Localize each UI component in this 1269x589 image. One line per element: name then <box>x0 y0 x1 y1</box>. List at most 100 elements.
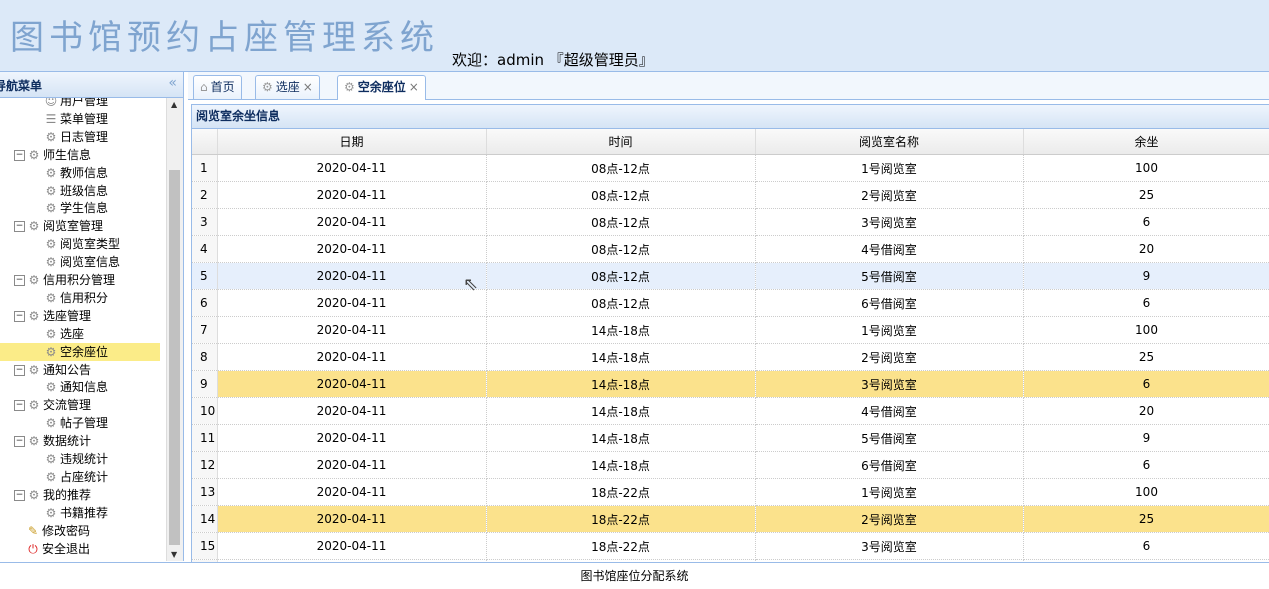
scroll-up-icon[interactable]: ▲ <box>171 100 177 109</box>
collapse-toggle-icon[interactable]: − <box>14 149 25 161</box>
table-cell: 14点-18点 <box>486 397 756 425</box>
menu-icon: ☰ <box>45 111 57 126</box>
sidebar-item[interactable]: ⚙ 空余座位 <box>0 342 160 361</box>
sidebar-item[interactable]: ⏻ 安全退出 <box>26 540 90 558</box>
sidebar-item-label: 空余座位 <box>60 344 109 359</box>
sidebar-item[interactable]: − ⚙ 我的推荐 <box>14 486 91 504</box>
table-cell: 2号阅览室 <box>755 181 1024 209</box>
collapse-icon[interactable]: « <box>168 75 177 91</box>
sidebar-item[interactable]: − ⚙ 信用积分管理 <box>14 271 115 289</box>
column-header[interactable]: 日期 <box>217 129 487 155</box>
column-header[interactable]: 余坐 <box>1023 129 1269 155</box>
table-cell: 08点-12点 <box>486 208 756 236</box>
collapse-toggle-icon[interactable]: − <box>14 400 25 412</box>
gear-icon: ⚙ <box>45 255 57 270</box>
table-cell: 4号借阅室 <box>755 235 1024 263</box>
sidebar-item-label: 通知信息 <box>60 380 109 395</box>
table-row[interactable]: 10 2020-04-11 14点-18点 4号借阅室 20 <box>192 397 1269 425</box>
table-row[interactable]: 12 2020-04-11 14点-18点 6号借阅室 6 <box>192 451 1269 479</box>
sidebar-item-label: 师生信息 <box>43 147 92 162</box>
sidebar-item-label: 信用积分管理 <box>43 273 116 287</box>
table-row[interactable]: 6 2020-04-11 08点-12点 6号借阅室 6 <box>192 289 1269 317</box>
sidebar-item-label: 通知公告 <box>43 362 92 377</box>
sidebar-item[interactable]: − ⚙ 交流管理 <box>14 396 91 414</box>
table-cell: 18点-22点 <box>486 478 756 506</box>
scroll-thumb[interactable] <box>169 170 180 545</box>
sidebar-item[interactable]: ⚙ 书籍推荐 <box>44 504 108 522</box>
scroll-down-icon[interactable]: ▼ <box>171 550 177 559</box>
sidebar-item-label: 菜单管理 <box>60 111 109 126</box>
sidebar-item[interactable]: ⚙ 信用积分 <box>44 289 108 307</box>
table-row[interactable]: 13 2020-04-11 18点-22点 1号阅览室 100 <box>192 478 1269 506</box>
sidebar-item[interactable]: − ⚙ 师生信息 <box>14 146 91 164</box>
sidebar-item[interactable]: ☰ 菜单管理 <box>44 110 108 128</box>
table-row[interactable]: 4 2020-04-11 08点-12点 4号借阅室 20 <box>192 235 1269 263</box>
table-cell: 2020-04-11 <box>217 235 487 263</box>
table-row[interactable]: 1 2020-04-11 08点-12点 1号阅览室 100 <box>192 154 1269 182</box>
sidebar-item[interactable]: ⚙ 学生信息 <box>44 199 108 217</box>
sidebar-item[interactable]: ⚙ 班级信息 <box>44 182 108 200</box>
sidebar-item[interactable]: − ⚙ 数据统计 <box>14 432 91 450</box>
table-row[interactable]: 11 2020-04-11 14点-18点 5号借阅室 9 <box>192 424 1269 452</box>
tab[interactable]: ⌂ 首页 <box>193 75 242 99</box>
tab[interactable]: ⚙ 空余座位 × <box>337 75 426 100</box>
row-number: 11 <box>192 424 218 452</box>
table-cell: 2020-04-11 <box>217 208 487 236</box>
home-icon: ⌂ <box>200 80 208 94</box>
collapse-toggle-icon[interactable]: − <box>14 364 25 376</box>
collapse-toggle-icon[interactable]: − <box>14 436 25 448</box>
column-header[interactable]: 阅览室名称 <box>755 129 1024 155</box>
sidebar-item[interactable]: − ⚙ 阅览室管理 <box>14 217 103 235</box>
welcome-text: 欢迎：admin 『超级管理员』 <box>452 51 654 69</box>
sidebar-item[interactable]: − ⚙ 通知公告 <box>14 361 91 379</box>
collapse-toggle-icon[interactable]: − <box>14 221 25 233</box>
row-number: 5 <box>192 262 218 290</box>
table-cell: 100 <box>1023 316 1269 344</box>
table-row[interactable]: 9 2020-04-11 14点-18点 3号阅览室 6 <box>192 370 1269 398</box>
sidebar-item[interactable]: ⚙ 阅览室类型 <box>44 235 120 253</box>
sidebar-item[interactable]: ⚙ 日志管理 <box>44 128 108 146</box>
sidebar-item-label: 班级信息 <box>60 183 109 198</box>
sidebar-item[interactable]: ✎ 修改密码 <box>26 522 90 540</box>
table-row[interactable]: 5 2020-04-11 08点-12点 5号借阅室 9 <box>192 262 1269 290</box>
sidebar-item[interactable]: ☺ 用户管理 <box>44 98 108 110</box>
gear-icon: ⚙ <box>28 147 40 162</box>
table-cell: 20 <box>1023 235 1269 263</box>
users-icon: ☺ <box>44 98 58 108</box>
tab-close-icon[interactable]: × <box>303 80 313 94</box>
sidebar-item[interactable]: ⚙ 帖子管理 <box>44 414 108 432</box>
sidebar-item[interactable]: ⚙ 教师信息 <box>44 164 108 182</box>
sidebar-item-label: 我的推荐 <box>43 487 92 502</box>
sidebar-item[interactable]: ⚙ 违规统计 <box>44 450 108 468</box>
sidebar-item[interactable]: ⚙ 选座 <box>44 325 84 343</box>
sidebar-item[interactable]: ⚙ 占座统计 <box>44 468 108 486</box>
gear-icon: ⚙ <box>28 219 40 234</box>
table-cell: 08点-12点 <box>486 262 756 290</box>
collapse-toggle-icon[interactable]: − <box>14 310 25 322</box>
table-cell: 5号借阅室 <box>755 424 1024 452</box>
sidebar-item[interactable]: ⚙ 阅览室信息 <box>44 253 120 271</box>
collapse-toggle-icon[interactable]: − <box>14 489 25 501</box>
sidebar-item[interactable]: ⚙ 通知信息 <box>44 378 108 396</box>
table-row[interactable]: 14 2020-04-11 18点-22点 2号阅览室 25 <box>192 505 1269 533</box>
collapse-toggle-icon[interactable]: − <box>14 275 25 286</box>
table-cell: 6 <box>1023 370 1269 398</box>
sidebar-item[interactable]: − ⚙ 选座管理 <box>14 307 91 325</box>
table-cell: 6号借阅室 <box>755 451 1024 479</box>
sidebar-item-label: 修改密码 <box>42 523 91 538</box>
table-cell: 14点-18点 <box>486 451 756 479</box>
tab-close-icon[interactable]: × <box>409 80 419 94</box>
table-cell: 6 <box>1023 289 1269 317</box>
table-cell: 08点-12点 <box>486 235 756 263</box>
column-header[interactable]: 时间 <box>486 129 756 155</box>
table-row[interactable]: 3 2020-04-11 08点-12点 3号阅览室 6 <box>192 208 1269 236</box>
table-cell: 25 <box>1023 505 1269 533</box>
table-row[interactable]: 2 2020-04-11 08点-12点 2号阅览室 25 <box>192 181 1269 209</box>
gear-icon: ⚙ <box>45 290 57 305</box>
tab[interactable]: ⚙ 选座 × <box>255 75 320 99</box>
table-row[interactable]: 15 2020-04-11 18点-22点 3号阅览室 6 <box>192 532 1269 560</box>
table-row[interactable]: 8 2020-04-11 14点-18点 2号阅览室 25 <box>192 343 1269 371</box>
table-row[interactable]: 7 2020-04-11 14点-18点 1号阅览室 100 <box>192 316 1269 344</box>
row-number: 3 <box>192 208 218 236</box>
nav-scrollbar[interactable]: ▲ ▼ <box>166 98 183 561</box>
